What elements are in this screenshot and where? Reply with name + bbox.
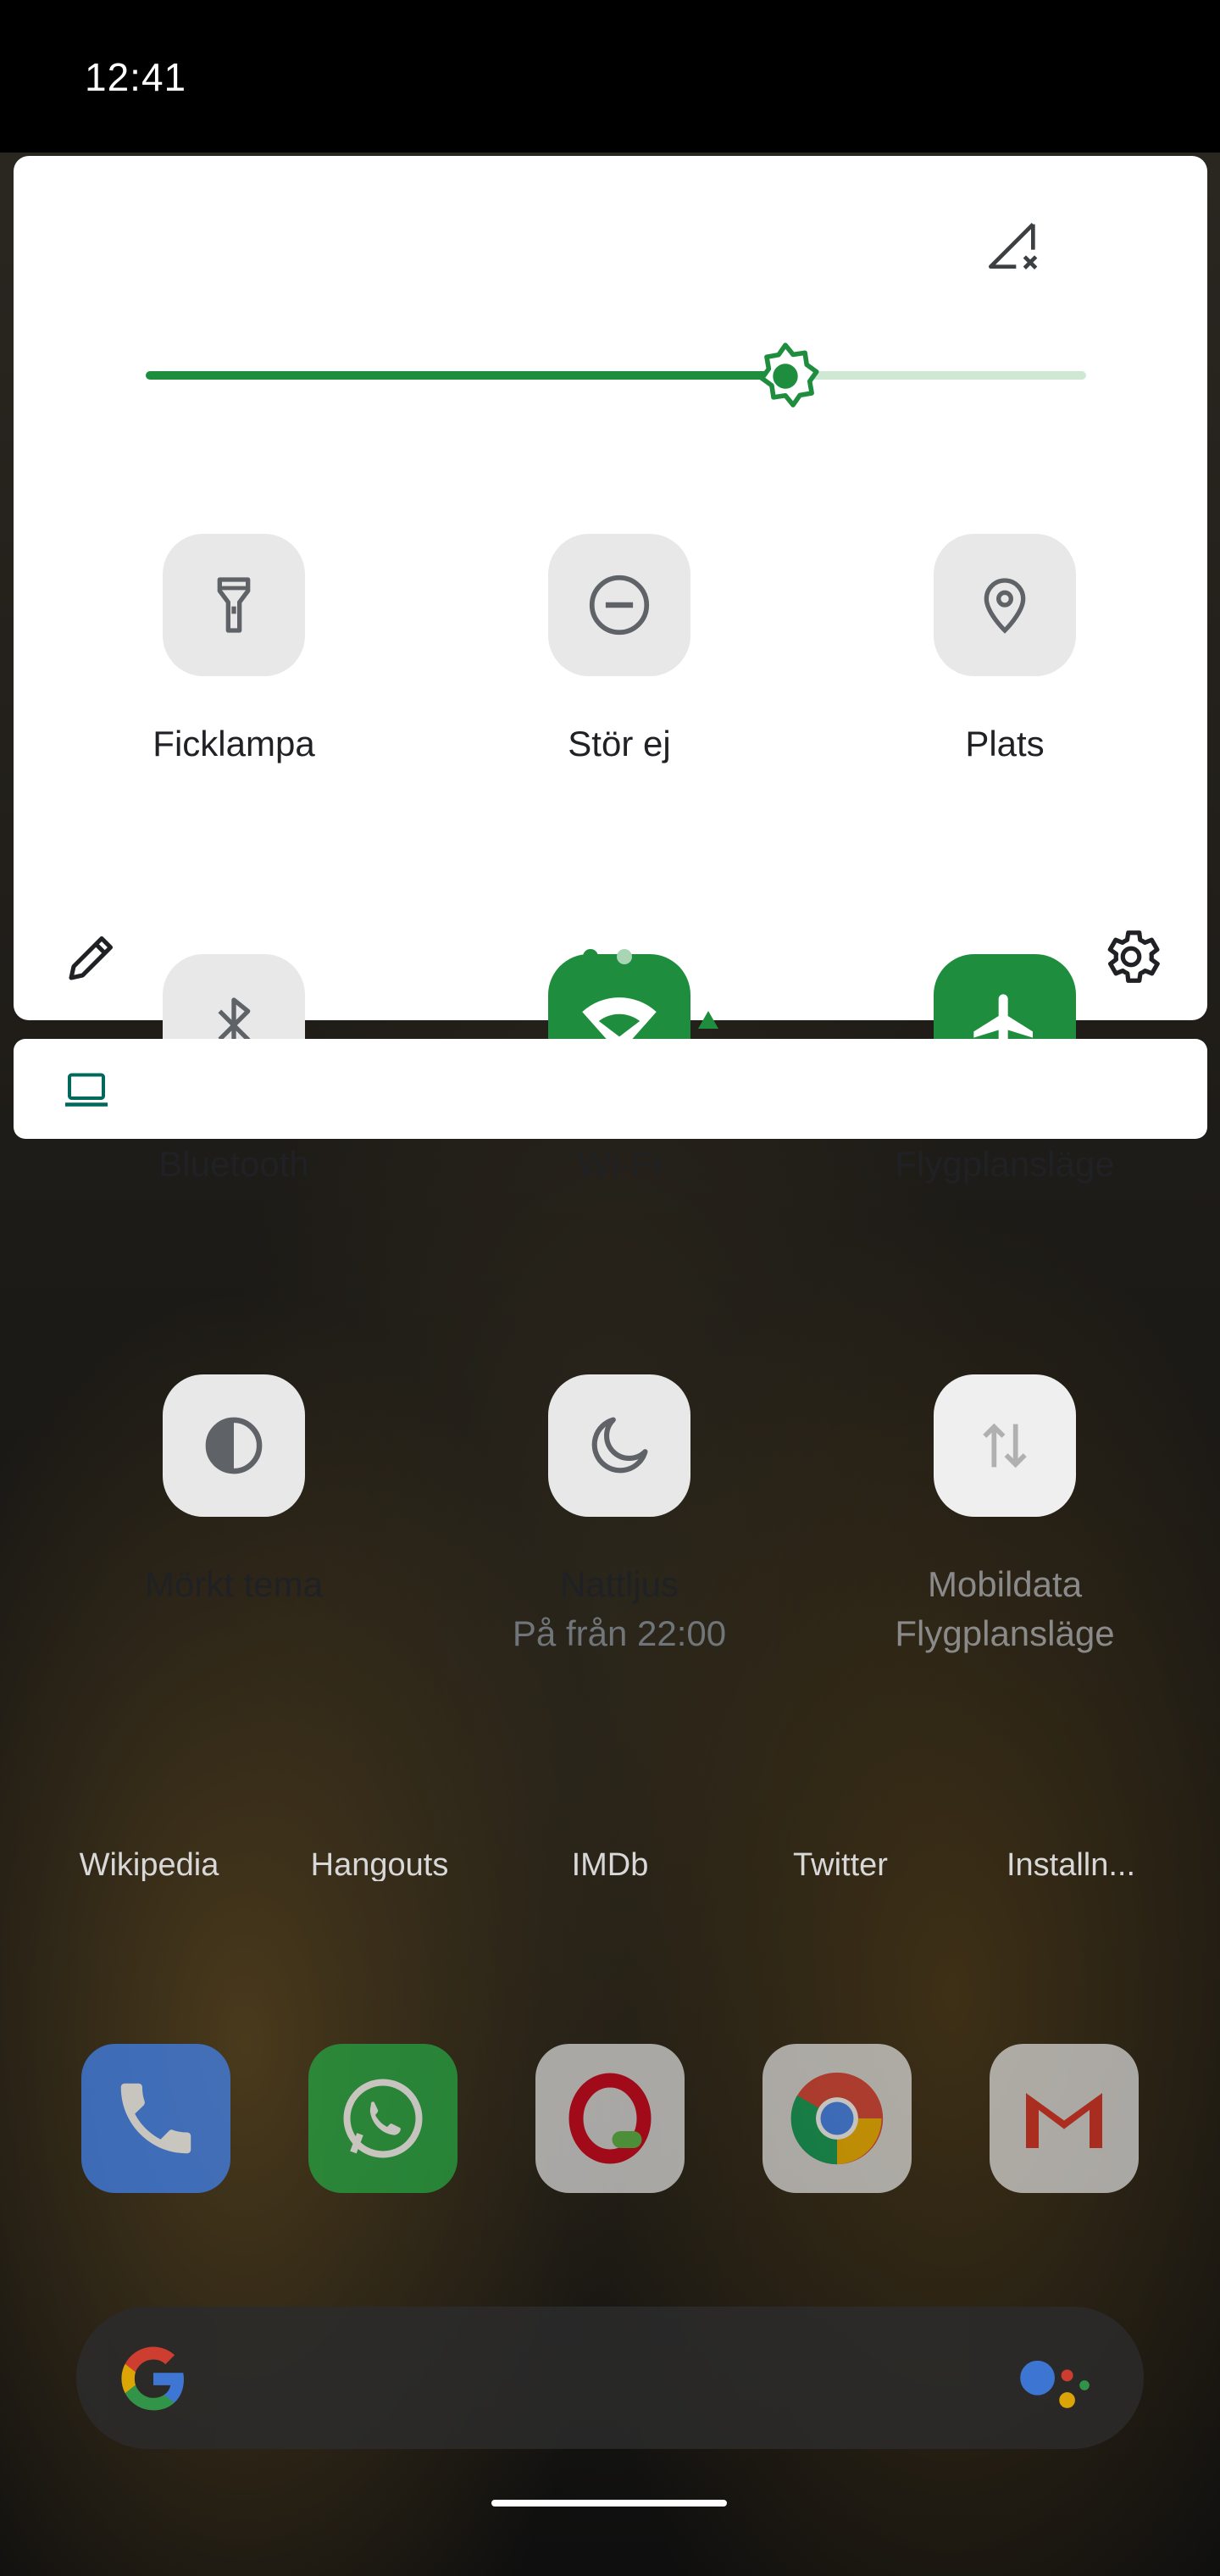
tile-label: Mobildata [927, 1564, 1083, 1604]
work-profile-strip[interactable] [14, 1039, 1207, 1139]
tile-dark-theme[interactable]: Mörkt tema [56, 1374, 412, 1654]
app-label[interactable]: Wikipedia [56, 1847, 242, 1881]
night-light-icon [591, 1417, 648, 1474]
tile-label: Nattljus [559, 1564, 679, 1604]
gmail-icon[interactable] [990, 2044, 1139, 2193]
whatsapp-icon[interactable] [308, 2044, 458, 2193]
do-not-disturb-icon [589, 575, 650, 636]
tile-mobile-data[interactable]: Mobildata Flygplansläge [827, 1374, 1183, 1654]
tile-label: Stör ej [568, 724, 671, 763]
tile-label: Plats [965, 724, 1045, 763]
tile-do-not-disturb[interactable]: Stör ej [441, 534, 797, 813]
google-logo-icon [121, 2346, 184, 2411]
page-indicator [583, 949, 634, 966]
quick-settings-panel: Ficklampa Stör ej Plats Bluetooth Wi-Fi … [14, 156, 1207, 1653]
tile-night-light[interactable]: Nattljus På från 22:00 [441, 1374, 797, 1654]
gesture-nav-handle[interactable] [491, 2500, 727, 2507]
tile-label: Wi-Fi [578, 1144, 661, 1184]
phone-icon[interactable] [81, 2044, 230, 2193]
tile-label: Mörkt tema [144, 1564, 324, 1604]
flashlight-icon [217, 577, 251, 633]
app-label-row: Wikipedia Hangouts IMDb Twitter Installn… [0, 1847, 1220, 1881]
laptop-icon [65, 1073, 108, 1107]
app-dock [0, 2044, 1220, 2196]
google-assistant-icon[interactable] [1017, 2356, 1093, 2415]
tile-dark-theme-button[interactable] [163, 1374, 305, 1517]
mobile-data-icon [983, 1423, 1027, 1468]
page-dot-active [583, 949, 598, 964]
quick-settings-grid: Ficklampa Stör ej Plats Bluetooth Wi-Fi … [14, 156, 1207, 1653]
app-label[interactable]: Twitter [747, 1847, 934, 1881]
dark-theme-icon [205, 1417, 263, 1474]
tile-flashlight-button[interactable] [163, 534, 305, 676]
tile-sublabel: På från 22:00 [512, 1613, 727, 1653]
tile-night-light-button[interactable] [548, 1374, 690, 1517]
tile-sublabel: Flygplansläge [895, 1613, 1115, 1653]
page-dot [617, 949, 632, 964]
app-label[interactable]: Installn... [978, 1847, 1164, 1881]
app-label[interactable]: IMDb [517, 1847, 703, 1881]
app-label[interactable]: Hangouts [286, 1847, 473, 1881]
status-bar: 12:41 [0, 0, 1220, 153]
chrome-icon[interactable] [762, 2044, 912, 2193]
quick-settings-footer [14, 902, 1207, 1003]
tile-location[interactable]: Plats [827, 534, 1183, 813]
tile-do-not-disturb-button[interactable] [548, 534, 690, 676]
tile-mobile-data-button[interactable] [934, 1374, 1076, 1517]
status-clock: 12:41 [85, 55, 187, 99]
tile-label: Bluetooth [158, 1144, 309, 1184]
tile-label: Flygplansläge [895, 1144, 1115, 1184]
location-icon [984, 578, 1026, 634]
opera-mini-icon[interactable] [535, 2044, 685, 2193]
tile-flashlight[interactable]: Ficklampa [56, 534, 412, 813]
tile-location-button[interactable] [934, 534, 1076, 676]
edit-icon[interactable] [61, 927, 122, 988]
settings-gear-icon[interactable] [1098, 924, 1164, 990]
google-search-bar[interactable] [76, 2307, 1144, 2449]
tile-label: Ficklampa [152, 724, 315, 763]
